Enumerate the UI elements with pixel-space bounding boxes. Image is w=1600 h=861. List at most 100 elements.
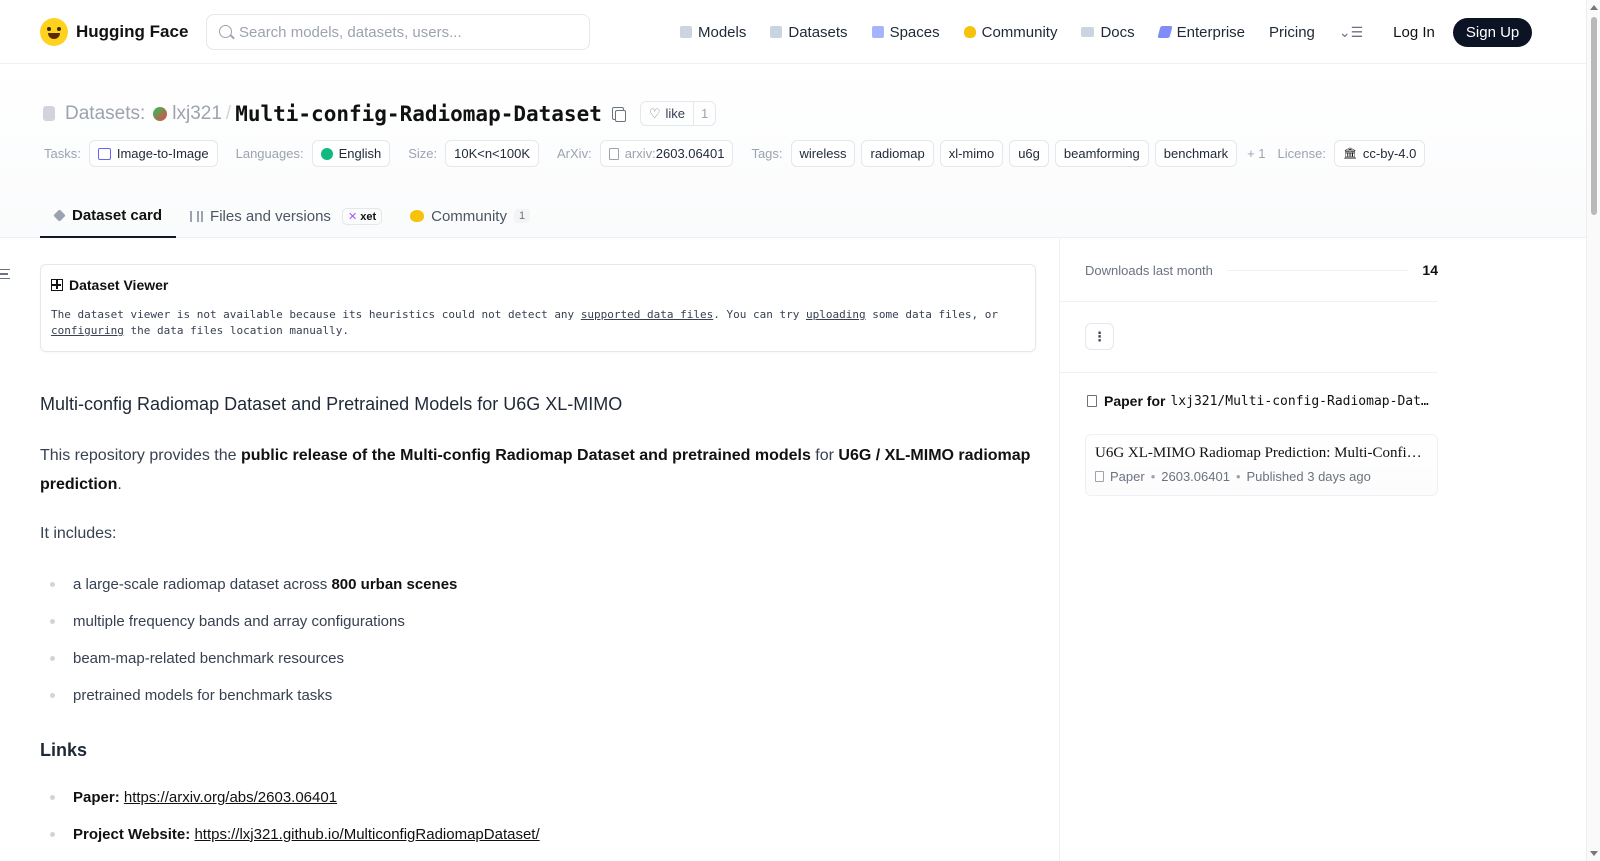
more-menu-icon[interactable]: ⌄☰ — [1339, 24, 1363, 41]
community-count-badge: 1 — [513, 209, 531, 223]
list-item: pretrained models for benchmark tasks — [40, 677, 1036, 714]
book-icon — [1081, 27, 1095, 37]
license-chip[interactable]: 🏛 cc-by-4.0 — [1333, 140, 1426, 167]
login-button[interactable]: Log In — [1393, 24, 1435, 41]
list-item: a large-scale radiomap dataset across 80… — [40, 566, 1036, 603]
intro-paragraph: This repository provides the public rele… — [40, 441, 1036, 499]
nav-models-label: Models — [698, 23, 747, 41]
database-icon — [770, 26, 783, 38]
nav-enterprise[interactable]: Enterprise — [1157, 24, 1245, 41]
arxiv-label: ArXiv: — [557, 146, 592, 161]
language-chip-label: English — [338, 146, 382, 161]
nav-datasets[interactable]: Datasets — [770, 24, 848, 41]
table-icon — [51, 279, 63, 291]
tag-chip-xl-mimo[interactable]: xl-mimo — [939, 140, 1004, 167]
tag-chip-benchmark[interactable]: benchmark — [1154, 140, 1238, 167]
supported-data-files-link[interactable]: supported data files — [581, 308, 713, 321]
project-website-link[interactable]: https://lxj321.github.io/MulticonfigRadi… — [194, 826, 539, 843]
more-tags-button[interactable]: + 1 — [1247, 146, 1265, 161]
top-navbar: Hugging Face Models Datasets Spaces Comm… — [0, 0, 1586, 64]
nav-links: Models Datasets Spaces Community Docs En… — [680, 0, 1533, 64]
size-chip[interactable]: 10K<n<100K — [445, 140, 540, 167]
bullet-1-text: a large-scale radiomap dataset across — [73, 576, 332, 593]
task-chip-label: Image-to-Image — [116, 146, 209, 161]
cube-icon — [680, 26, 692, 38]
tag-chip-wireless[interactable]: wireless — [790, 140, 856, 167]
card-heading: Multi-config Radiomap Dataset and Pretra… — [40, 394, 623, 414]
includes-paragraph: It includes: — [40, 525, 117, 542]
nav-models[interactable]: Models — [680, 24, 746, 41]
task-chip[interactable]: Image-to-Image — [88, 140, 218, 167]
cube-icon — [53, 208, 66, 222]
paper-for-repo: lxj321/Multi-config-Radiomap-Dat… — [1170, 393, 1429, 409]
size-chip-label: 10K<n<100K — [454, 146, 531, 161]
paper-id: 2603.06401 — [1161, 469, 1230, 484]
like-label-wrap: ♡ like — [641, 102, 695, 125]
community-icon — [963, 26, 976, 38]
table-of-contents-toggle-icon[interactable] — [0, 269, 10, 279]
brand-name: Hugging Face — [76, 21, 189, 41]
grid-icon — [871, 26, 884, 38]
nav-community[interactable]: Community — [963, 24, 1057, 41]
tag-chip-u6g[interactable]: u6g — [1009, 140, 1049, 167]
list-item: Paper: https://arxiv.org/abs/2603.06401 — [40, 779, 1036, 816]
brand-logo[interactable]: Hugging Face — [40, 17, 189, 46]
tab-files-and-versions[interactable]: Files and versions ✕ xet — [176, 194, 396, 238]
repo-owner-link[interactable]: lxj321 — [172, 103, 222, 125]
uploading-link[interactable]: uploading — [806, 308, 866, 321]
viewer-msg-part-2: . You can try — [713, 308, 806, 321]
intro-text-2: for — [810, 447, 839, 464]
arxiv-prefix: arxiv: — [624, 146, 656, 161]
search-box[interactable] — [206, 14, 590, 50]
license-chip-label: cc-by-4.0 — [1362, 146, 1417, 161]
tag-chip-radiomap[interactable]: radiomap — [861, 140, 934, 167]
scroll-down-arrow-icon[interactable] — [1590, 851, 1598, 856]
scroll-up-arrow-icon[interactable] — [1590, 5, 1598, 10]
repo-tabs: Dataset card Files and versions ✕ xet Com… — [40, 194, 544, 238]
paper-link-label: Paper: — [73, 789, 120, 806]
languages-label: Languages: — [235, 146, 304, 161]
tag-chip-beamforming[interactable]: beamforming — [1054, 140, 1149, 167]
language-chip[interactable]: English — [311, 140, 391, 167]
paper-for-label: Paper for — [1104, 393, 1166, 409]
database-icon — [43, 106, 55, 121]
list-item: beam-map-related benchmark resources — [40, 640, 1036, 677]
repo-name[interactable]: Multi-config-Radiomap-Dataset — [235, 102, 602, 126]
paper-meta: Paper • 2603.06401 • Published 3 days ag… — [1095, 469, 1428, 484]
tab-community[interactable]: Community 1 — [396, 194, 544, 238]
owner-avatar[interactable] — [153, 106, 168, 121]
divider — [1060, 372, 1438, 373]
like-button[interactable]: ♡ like 1 — [639, 101, 717, 126]
paper-url-link[interactable]: https://arxiv.org/abs/2603.06401 — [124, 789, 337, 806]
scrollbar-thumb[interactable] — [1591, 17, 1597, 215]
paper-title[interactable]: U6G XL-MIMO Radiomap Prediction: Multi-C… — [1095, 445, 1428, 462]
arxiv-id: 2603.06401 — [655, 146, 725, 161]
dataset-viewer-message: The dataset viewer is not available beca… — [51, 307, 1025, 339]
dot-separator: • — [1150, 469, 1156, 484]
tab-dataset-card[interactable]: Dataset card — [40, 194, 177, 238]
repo-title: Datasets: lxj321 / Multi-config-Radiomap… — [43, 101, 717, 126]
repo-type-label[interactable]: Datasets: — [65, 103, 145, 125]
search-input[interactable] — [239, 23, 579, 41]
slash-separator: / — [225, 102, 232, 124]
like-count[interactable]: 1 — [694, 106, 715, 121]
more-options-button[interactable]: ⋮ — [1085, 323, 1114, 350]
globe-icon — [320, 147, 333, 160]
paper-card[interactable]: U6G XL-MIMO Radiomap Prediction: Multi-C… — [1085, 434, 1438, 496]
viewer-msg-part-3: some data files, or — [865, 308, 999, 321]
signup-button[interactable]: Sign Up — [1452, 17, 1533, 47]
configuring-link[interactable]: configuring — [51, 324, 124, 337]
bullet-1-bold: 800 urban scenes — [331, 576, 458, 593]
arxiv-chip[interactable]: arxiv:2603.06401 — [599, 140, 734, 167]
tasks-label: Tasks: — [44, 146, 81, 161]
paper-for-heading: Paper for lxj321/Multi-config-Radiomap-D… — [1087, 393, 1438, 409]
nav-pricing[interactable]: Pricing — [1269, 24, 1315, 41]
nav-spaces[interactable]: Spaces — [871, 24, 940, 41]
tab-community-label: Community — [431, 207, 507, 225]
dot-separator: • — [1235, 469, 1241, 484]
search-icon — [219, 25, 232, 38]
page-scrollbar[interactable] — [1586, 0, 1600, 861]
copy-icon[interactable] — [611, 107, 626, 122]
nav-docs[interactable]: Docs — [1081, 24, 1135, 41]
viewer-msg-part-1: The dataset viewer is not available beca… — [51, 308, 581, 321]
